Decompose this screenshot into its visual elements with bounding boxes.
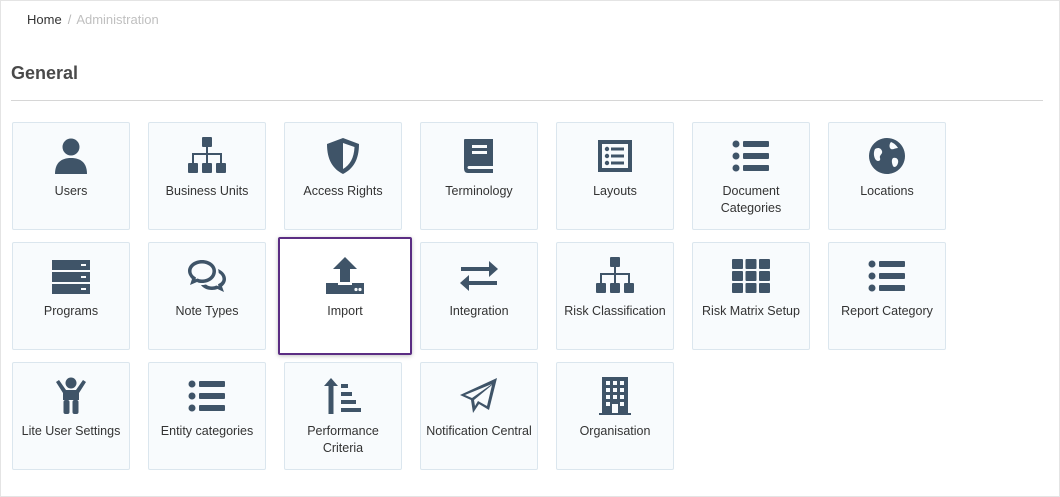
tile-note-types[interactable]: Note Types xyxy=(148,242,266,350)
tile-risk-matrix-setup[interactable]: Risk Matrix Setup xyxy=(692,242,810,350)
sort-amount-icon xyxy=(285,374,401,418)
child-icon xyxy=(13,374,129,418)
tile-notification-central[interactable]: Notification Central xyxy=(420,362,538,470)
tile-terminology[interactable]: Terminology xyxy=(420,122,538,230)
shield-icon xyxy=(285,134,401,178)
tile-label: Layouts xyxy=(593,184,637,198)
sitemap-icon xyxy=(557,254,673,298)
tile-label: Performance Criteria xyxy=(307,424,379,455)
list-icon xyxy=(693,134,809,178)
tile-label: Lite User Settings xyxy=(21,424,121,438)
list-icon xyxy=(829,254,945,298)
sitemap-icon xyxy=(149,134,265,178)
breadcrumb: Home / Administration xyxy=(27,12,159,27)
section-divider xyxy=(11,100,1043,101)
server-icon xyxy=(13,254,129,298)
tile-label: Document Categories xyxy=(720,184,782,215)
tile-access-rights[interactable]: Access Rights xyxy=(284,122,402,230)
globe-icon xyxy=(829,134,945,178)
tile-label: Users xyxy=(54,184,88,198)
tile-label: Risk Classification xyxy=(564,304,666,318)
tile-business-units[interactable]: Business Units xyxy=(148,122,266,230)
breadcrumb-current: Administration xyxy=(76,12,159,27)
comments-icon xyxy=(149,254,265,298)
tile-report-category[interactable]: Report Category xyxy=(828,242,946,350)
tile-lite-user-settings[interactable]: Lite User Settings xyxy=(12,362,130,470)
tile-organisation[interactable]: Organisation xyxy=(556,362,674,470)
tile-label: Import xyxy=(327,304,363,318)
tile-label: Organisation xyxy=(579,424,651,438)
paper-plane-icon xyxy=(421,374,537,418)
exchange-icon xyxy=(421,254,537,298)
tile-performance-criteria[interactable]: Performance Criteria xyxy=(284,362,402,470)
list-icon xyxy=(149,374,265,418)
tile-risk-classification[interactable]: Risk Classification xyxy=(556,242,674,350)
tile-label: Terminology xyxy=(445,184,513,198)
tile-users[interactable]: Users xyxy=(12,122,130,230)
user-icon xyxy=(13,134,129,178)
tile-label: Programs xyxy=(43,304,99,318)
tile-label: Locations xyxy=(860,184,914,198)
tile-label: Access Rights xyxy=(303,184,383,198)
tile-locations[interactable]: Locations xyxy=(828,122,946,230)
tile-programs[interactable]: Programs xyxy=(12,242,130,350)
tile-label: Entity categories xyxy=(160,424,254,438)
tile-label: Integration xyxy=(449,304,509,318)
section-title: General xyxy=(11,63,79,83)
upload-icon xyxy=(280,254,410,298)
tile-document-categories[interactable]: Document Categories xyxy=(692,122,810,230)
tile-integration[interactable]: Integration xyxy=(420,242,538,350)
breadcrumb-separator: / xyxy=(67,12,72,27)
tile-label: Note Types xyxy=(175,304,239,318)
grid-icon xyxy=(693,254,809,298)
book-icon xyxy=(421,134,537,178)
tile-label: Business Units xyxy=(165,184,249,198)
tile-layouts[interactable]: Layouts xyxy=(556,122,674,230)
tile-entity-categories[interactable]: Entity categories xyxy=(148,362,266,470)
tile-label: Report Category xyxy=(841,304,933,318)
tile-label: Risk Matrix Setup xyxy=(702,304,800,318)
tile-import[interactable]: Import xyxy=(278,237,412,355)
building-icon xyxy=(557,374,673,418)
breadcrumb-home-link[interactable]: Home xyxy=(27,12,62,27)
list-alt-icon xyxy=(557,134,673,178)
tile-label: Notification Central xyxy=(426,424,532,438)
